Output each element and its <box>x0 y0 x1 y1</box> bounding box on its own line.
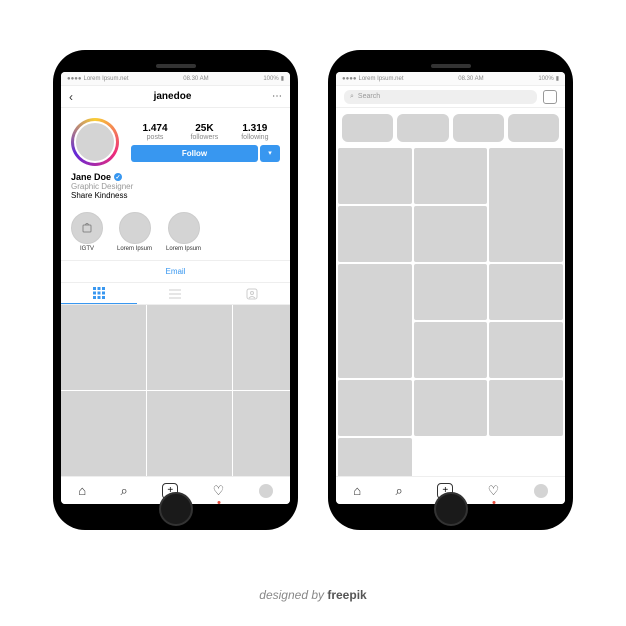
avatar-story-ring[interactable] <box>71 118 119 166</box>
phone-profile: ●●●●Lorem Ipsum.net 08.30 AM 100%▮ ‹ jan… <box>53 50 298 530</box>
explore-thumbnail[interactable] <box>338 380 412 436</box>
post-thumbnail[interactable] <box>233 305 290 390</box>
tab-list[interactable] <box>137 283 213 304</box>
tab-tagged[interactable] <box>214 283 290 304</box>
category-tab[interactable] <box>508 114 559 142</box>
category-tab[interactable] <box>397 114 448 142</box>
attribution: designed by freepik <box>0 588 626 602</box>
display-name: Jane Doe✓ <box>71 172 280 182</box>
explore-thumbnail[interactable] <box>338 438 412 476</box>
avatar <box>74 121 116 163</box>
search-icon: ⌕ <box>350 93 354 101</box>
nav-home-icon[interactable]: ⌂ <box>353 483 361 498</box>
explore-thumbnail[interactable] <box>338 264 412 378</box>
post-thumbnail[interactable] <box>61 305 146 390</box>
nav-activity-icon[interactable]: ♡ <box>488 483 500 499</box>
explore-grid <box>336 148 565 476</box>
home-button[interactable] <box>434 492 468 526</box>
stat-following[interactable]: 1.319following <box>241 123 268 141</box>
explore-thumbnail[interactable] <box>338 148 412 204</box>
post-thumbnail[interactable] <box>147 391 232 476</box>
explore-thumbnail[interactable] <box>489 264 563 320</box>
search-input[interactable]: ⌕Search <box>344 90 537 104</box>
highlight-igtv[interactable]: IGTV <box>71 212 103 252</box>
more-icon[interactable]: ⋯ <box>272 91 282 102</box>
explore-thumbnail[interactable] <box>414 264 488 320</box>
explore-thumbnail[interactable] <box>338 206 412 262</box>
follow-button[interactable]: Follow <box>131 145 258 162</box>
back-icon[interactable]: ‹ <box>69 90 73 104</box>
explore-thumbnail[interactable] <box>489 380 563 436</box>
stat-followers[interactable]: 25Kfollowers <box>191 123 219 141</box>
profile-header: ‹ janedoe ⋯ <box>61 86 290 108</box>
post-thumbnail[interactable] <box>233 391 290 476</box>
explore-category-tabs <box>336 108 565 148</box>
post-thumbnail[interactable] <box>147 305 232 390</box>
nav-search-icon[interactable]: ⌕ <box>121 483 128 499</box>
category-tab[interactable] <box>342 114 393 142</box>
nav-profile-icon[interactable] <box>259 484 273 498</box>
nav-activity-icon[interactable]: ♡ <box>213 483 225 499</box>
bio-tagline: Share Kindness <box>71 191 280 200</box>
nav-search-icon[interactable]: ⌕ <box>396 483 403 499</box>
username-title: janedoe <box>154 91 192 102</box>
explore-thumbnail[interactable] <box>414 148 488 204</box>
explore-thumbnail[interactable] <box>489 322 563 378</box>
explore-thumbnail[interactable] <box>489 148 563 262</box>
scan-icon[interactable] <box>543 90 557 104</box>
posts-grid <box>61 305 290 476</box>
stat-posts[interactable]: 1.474posts <box>143 123 168 141</box>
email-button[interactable]: Email <box>61 260 290 283</box>
nav-home-icon[interactable]: ⌂ <box>78 483 86 498</box>
explore-thumbnail[interactable] <box>414 206 488 262</box>
bio-subtitle: Graphic Designer <box>71 182 280 191</box>
nav-profile-icon[interactable] <box>534 484 548 498</box>
verified-badge-icon: ✓ <box>114 173 122 181</box>
phone-explore: ●●●●Lorem Ipsum.net 08.30 AM 100%▮ ⌕Sear… <box>328 50 573 530</box>
tab-grid[interactable] <box>61 283 137 304</box>
status-bar: ●●●●Lorem Ipsum.net 08.30 AM 100%▮ <box>61 72 290 86</box>
explore-thumbnail[interactable] <box>414 380 488 436</box>
follow-dropdown[interactable]: ▾ <box>260 145 280 162</box>
highlight-item[interactable]: Lorem Ipsum <box>166 212 201 252</box>
status-bar: ●●●●Lorem Ipsum.net 08.30 AM 100%▮ <box>336 72 565 86</box>
category-tab[interactable] <box>453 114 504 142</box>
explore-thumbnail[interactable] <box>414 322 488 378</box>
post-thumbnail[interactable] <box>61 391 146 476</box>
home-button[interactable] <box>159 492 193 526</box>
highlight-item[interactable]: Lorem Ipsum <box>117 212 152 252</box>
